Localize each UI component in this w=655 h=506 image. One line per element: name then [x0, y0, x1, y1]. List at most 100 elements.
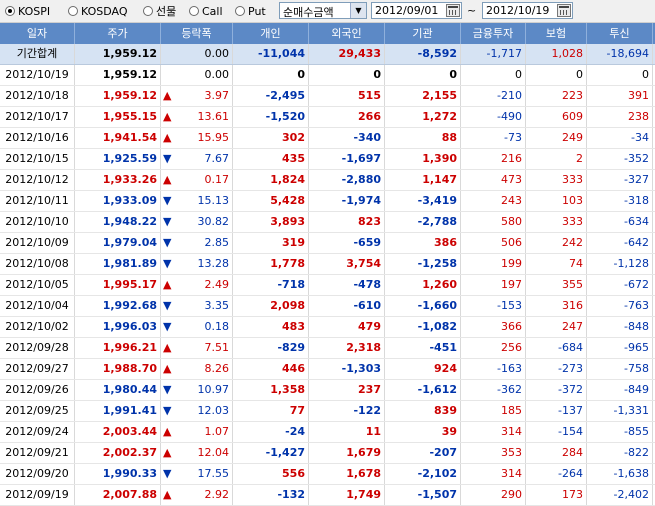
- column-header-price[interactable]: 주가: [75, 23, 161, 44]
- change-cell: ▲ 15.95: [161, 128, 233, 148]
- table-row[interactable]: 2012/09/20 1,990.33 ▼ 17.55 556 1,678 -2,102 31…: [0, 464, 655, 485]
- column-header-financial-investment[interactable]: 금융투자: [461, 23, 526, 44]
- table-row[interactable]: 2012/10/05 1,995.17 ▲ 2.49 -718 -478 1,260 197 3…: [0, 275, 655, 296]
- table-row[interactable]: 2012/09/26 1,980.44 ▼ 10.97 1,358 237 -1,612 -3…: [0, 380, 655, 401]
- table-header: 일자 주가 등락폭 개인 외국인 기관 금융투자 보험 투신: [0, 23, 655, 44]
- table-row[interactable]: 2012/10/16 1,941.54 ▲ 15.95 302 -340 88 -73 249-…: [0, 128, 655, 149]
- investment-trust-cell: -849: [587, 380, 653, 400]
- column-header-institution[interactable]: 기관: [385, 23, 461, 44]
- insurance-cell: 242: [526, 233, 587, 253]
- change-value: 10.97: [197, 383, 230, 396]
- institution-cell: -1,660: [385, 296, 461, 316]
- foreign-cell: -1,697: [309, 149, 385, 169]
- radio-label: Call: [202, 4, 223, 18]
- radio-call[interactable]: Call: [189, 3, 223, 19]
- select-value: 순매수금액: [283, 6, 334, 19]
- investment-trust-cell: -758: [587, 359, 653, 379]
- change-cell: ▲ 1.07: [161, 422, 233, 442]
- foreign-cell: 2,318: [309, 338, 385, 358]
- column-header-date[interactable]: 일자: [0, 23, 75, 44]
- column-header-investment-trust[interactable]: 투신: [587, 23, 653, 44]
- foreign-cell: 29,433: [309, 44, 385, 64]
- institution-cell: 1,390: [385, 149, 461, 169]
- individual-cell: 435: [233, 149, 309, 169]
- radio-put[interactable]: Put: [235, 3, 266, 19]
- individual-cell: 446: [233, 359, 309, 379]
- date-from-input[interactable]: 2012/09/01: [371, 2, 462, 19]
- investment-trust-cell: -1,331: [587, 401, 653, 421]
- table-row[interactable]: 2012/10/19 1,959.12 0.00 0 0 0 0 0 0: [0, 65, 655, 86]
- table-row[interactable]: 2012/10/04 1,992.68 ▼ 3.35 2,098 -610 -1,660 -1…: [0, 296, 655, 317]
- table-row[interactable]: 2012/09/25 1,991.41 ▼ 12.03 77 -122 839 185 -137…: [0, 401, 655, 422]
- down-triangle-icon: ▼: [163, 320, 172, 333]
- foreign-cell: -610: [309, 296, 385, 316]
- amount-type-select[interactable]: 순매수금액 ▼: [279, 2, 367, 19]
- toolbar: KOSPI KOSDAQ 선물 Call Put 순매수금액 ▼ 2012/09…: [0, 0, 655, 23]
- radio-label: Put: [248, 4, 266, 18]
- table-row[interactable]: 2012/10/08 1,981.89 ▼ 13.28 1,778 3,754 -1,258…: [0, 254, 655, 275]
- individual-cell: 0: [233, 65, 309, 85]
- individual-cell: 319: [233, 233, 309, 253]
- insurance-cell: 355: [526, 275, 587, 295]
- column-header-individual[interactable]: 개인: [233, 23, 309, 44]
- date-to-input[interactable]: 2012/10/19: [482, 2, 573, 19]
- table-body: 기간합계 1,959.12 0.00 -11,044 29,433 -8,592 -1,71…: [0, 44, 655, 506]
- table-row[interactable]: 2012/09/27 1,988.70 ▲ 8.26 446 -1,303 924 -163-…: [0, 359, 655, 380]
- up-triangle-icon: ▲: [163, 488, 172, 501]
- change-cell: ▲ 7.51: [161, 338, 233, 358]
- calendar-icon[interactable]: [557, 4, 571, 17]
- date-cell: 2012/10/19: [0, 65, 75, 85]
- insurance-cell: 223: [526, 86, 587, 106]
- insurance-cell: -273: [526, 359, 587, 379]
- institution-cell: 1,260: [385, 275, 461, 295]
- date-from-value: 2012/09/01: [375, 4, 439, 17]
- table-row[interactable]: 2012/09/21 2,002.37 ▲ 12.04 -1,427 1,679 -207 3…: [0, 443, 655, 464]
- table-row[interactable]: 2012/10/12 1,933.26 ▲ 0.17 1,824 -2,880 1,147 4…: [0, 170, 655, 191]
- radio-kosdaq[interactable]: KOSDAQ: [68, 3, 128, 19]
- individual-cell: 483: [233, 317, 309, 337]
- investment-trust-cell: -352: [587, 149, 653, 169]
- individual-cell: -2,495: [233, 86, 309, 106]
- financial-investment-cell: 0: [461, 65, 526, 85]
- table-row[interactable]: 2012/09/24 2,003.44 ▲ 1.07 -24 11 39 314 -154 -85…: [0, 422, 655, 443]
- table-row[interactable]: 2012/09/19 2,007.88 ▲ 2.92 -132 1,749 -1,507 29…: [0, 485, 655, 506]
- column-header-insurance[interactable]: 보험: [526, 23, 587, 44]
- foreign-cell: -340: [309, 128, 385, 148]
- radio-kospi[interactable]: KOSPI: [5, 3, 50, 19]
- table-row[interactable]: 2012/10/10 1,948.22 ▼ 30.82 3,893 823 -2,788 58…: [0, 212, 655, 233]
- institution-cell: -8,592: [385, 44, 461, 64]
- insurance-cell: 1,028: [526, 44, 587, 64]
- change-value: 7.67: [204, 152, 230, 165]
- institution-cell: 924: [385, 359, 461, 379]
- institution-cell: -3,419: [385, 191, 461, 211]
- calendar-icon[interactable]: [446, 4, 460, 17]
- total-row[interactable]: 기간합계 1,959.12 0.00 -11,044 29,433 -8,592 -1,71…: [0, 44, 655, 65]
- financial-investment-cell: 290: [461, 485, 526, 505]
- table-row[interactable]: 2012/09/28 1,996.21 ▲ 7.51 -829 2,318 -451 256-…: [0, 338, 655, 359]
- table-row[interactable]: 2012/10/15 1,925.59 ▼ 7.67 435 -1,697 1,390 216…: [0, 149, 655, 170]
- table-row[interactable]: 2012/10/09 1,979.04 ▼ 2.85 319 -659 386 506 242-…: [0, 233, 655, 254]
- table-row[interactable]: 2012/10/02 1,996.03 ▼ 0.18 483 479 -1,082 366 24…: [0, 317, 655, 338]
- institution-cell: -1,612: [385, 380, 461, 400]
- change-cell: ▲ 2.92: [161, 485, 233, 505]
- up-triangle-icon: ▲: [163, 425, 172, 438]
- insurance-cell: 103: [526, 191, 587, 211]
- radio-futures[interactable]: 선물: [143, 3, 176, 19]
- foreign-cell: -1,974: [309, 191, 385, 211]
- investment-trust-cell: -822: [587, 443, 653, 463]
- change-value: 3.35: [204, 299, 230, 312]
- insurance-cell: -684: [526, 338, 587, 358]
- up-triangle-icon: ▲: [163, 341, 172, 354]
- table-row[interactable]: 2012/10/11 1,933.09 ▼ 15.13 5,428 -1,974 -3,41…: [0, 191, 655, 212]
- column-header-change[interactable]: 등락폭: [161, 23, 233, 44]
- change-cell: ▼ 3.35: [161, 296, 233, 316]
- table-row[interactable]: 2012/10/17 1,955.15 ▲ 13.61 -1,520 266 1,272 -4…: [0, 107, 655, 128]
- price-cell: 1,996.21: [75, 338, 161, 358]
- column-header-foreign[interactable]: 외국인: [309, 23, 385, 44]
- foreign-cell: -478: [309, 275, 385, 295]
- table-row[interactable]: 2012/10/18 1,959.12 ▲ 3.97 -2,495 515 2,155 -21…: [0, 86, 655, 107]
- investor-trading-table: 일자 주가 등락폭 개인 외국인 기관 금융투자 보험 투신 기간합계 1,959…: [0, 23, 655, 506]
- dropdown-arrow-icon[interactable]: ▼: [350, 3, 366, 18]
- insurance-cell: -154: [526, 422, 587, 442]
- financial-investment-cell: 366: [461, 317, 526, 337]
